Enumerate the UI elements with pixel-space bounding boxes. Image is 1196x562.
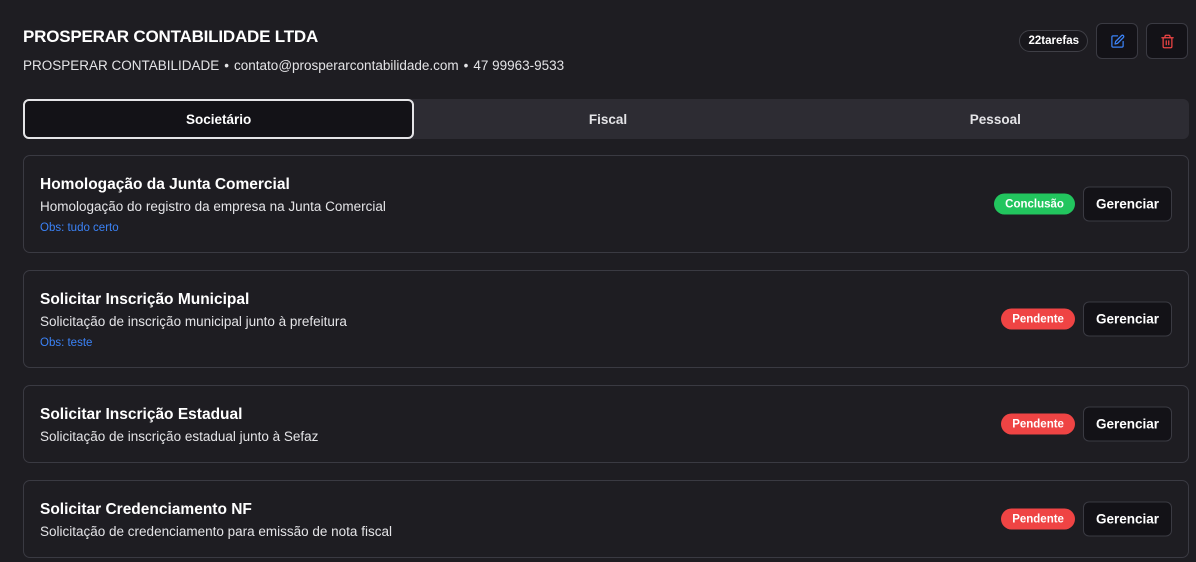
manage-button[interactable]: Gerenciar [1082, 301, 1172, 337]
tab-pessoal[interactable]: Pessoal [802, 99, 1189, 139]
task-description: Solicitação de inscrição municipal junto… [40, 314, 347, 329]
task-card: Homologação da Junta Comercial Homologaç… [23, 155, 1189, 253]
task-card: Solicitar Credenciamento NF Solicitação … [23, 480, 1189, 558]
task-description: Homologação do registro da empresa na Ju… [40, 199, 386, 214]
company-email: contato@prosperarcontabilidade.com [234, 58, 459, 73]
task-obs: Obs: teste [40, 337, 93, 349]
company-trade-name: PROSPERAR CONTABILIDADE [23, 58, 220, 73]
status-badge: Pendente [1001, 413, 1075, 435]
separator-dot: • [463, 58, 469, 73]
task-count-badge: 22tarefas [1019, 30, 1088, 52]
tab-fiscal[interactable]: Fiscal [414, 99, 801, 139]
status-badge: Conclusão [994, 193, 1075, 215]
company-details: PROSPERAR CONTABILIDADE • contato@prospe… [23, 57, 1188, 75]
task-description: Solicitação de inscrição estadual junto … [40, 429, 319, 444]
task-obs: Obs: tudo certo [40, 222, 119, 234]
separator-dot: • [224, 58, 230, 73]
task-title: Solicitar Credenciamento NF [40, 501, 252, 518]
status-badge: Pendente [1001, 308, 1075, 330]
task-card: Solicitar Inscrição Municipal Solicitaçã… [23, 270, 1189, 368]
task-title: Solicitar Inscrição Estadual [40, 406, 243, 423]
edit-icon [1110, 34, 1124, 48]
company-name: PROSPERAR CONTABILIDADE LTDA [23, 27, 319, 46]
manage-button[interactable]: Gerenciar [1082, 406, 1172, 442]
manage-button[interactable]: Gerenciar [1082, 186, 1172, 222]
task-card: Solicitar Inscrição Estadual Solicitação… [23, 385, 1189, 463]
category-tabs: Societário Fiscal Pessoal [23, 99, 1189, 139]
task-title: Solicitar Inscrição Municipal [40, 291, 250, 308]
tab-societario[interactable]: Societário [23, 99, 415, 139]
status-badge: Pendente [1001, 508, 1075, 530]
header-actions: 22tarefas [1019, 23, 1188, 59]
delete-company-button[interactable] [1146, 23, 1188, 59]
manage-button[interactable]: Gerenciar [1082, 501, 1172, 537]
task-description: Solicitação de credenciamento para emiss… [40, 524, 392, 539]
company-header: PROSPERAR CONTABILIDADE LTDA PROSPERAR C… [23, 23, 1188, 86]
trash-icon [1160, 34, 1174, 48]
task-title: Homologação da Junta Comercial [40, 176, 290, 193]
task-list: Homologação da Junta Comercial Homologaç… [23, 155, 1189, 562]
edit-company-button[interactable] [1096, 23, 1138, 59]
company-phone: 47 99963-9533 [473, 58, 565, 73]
